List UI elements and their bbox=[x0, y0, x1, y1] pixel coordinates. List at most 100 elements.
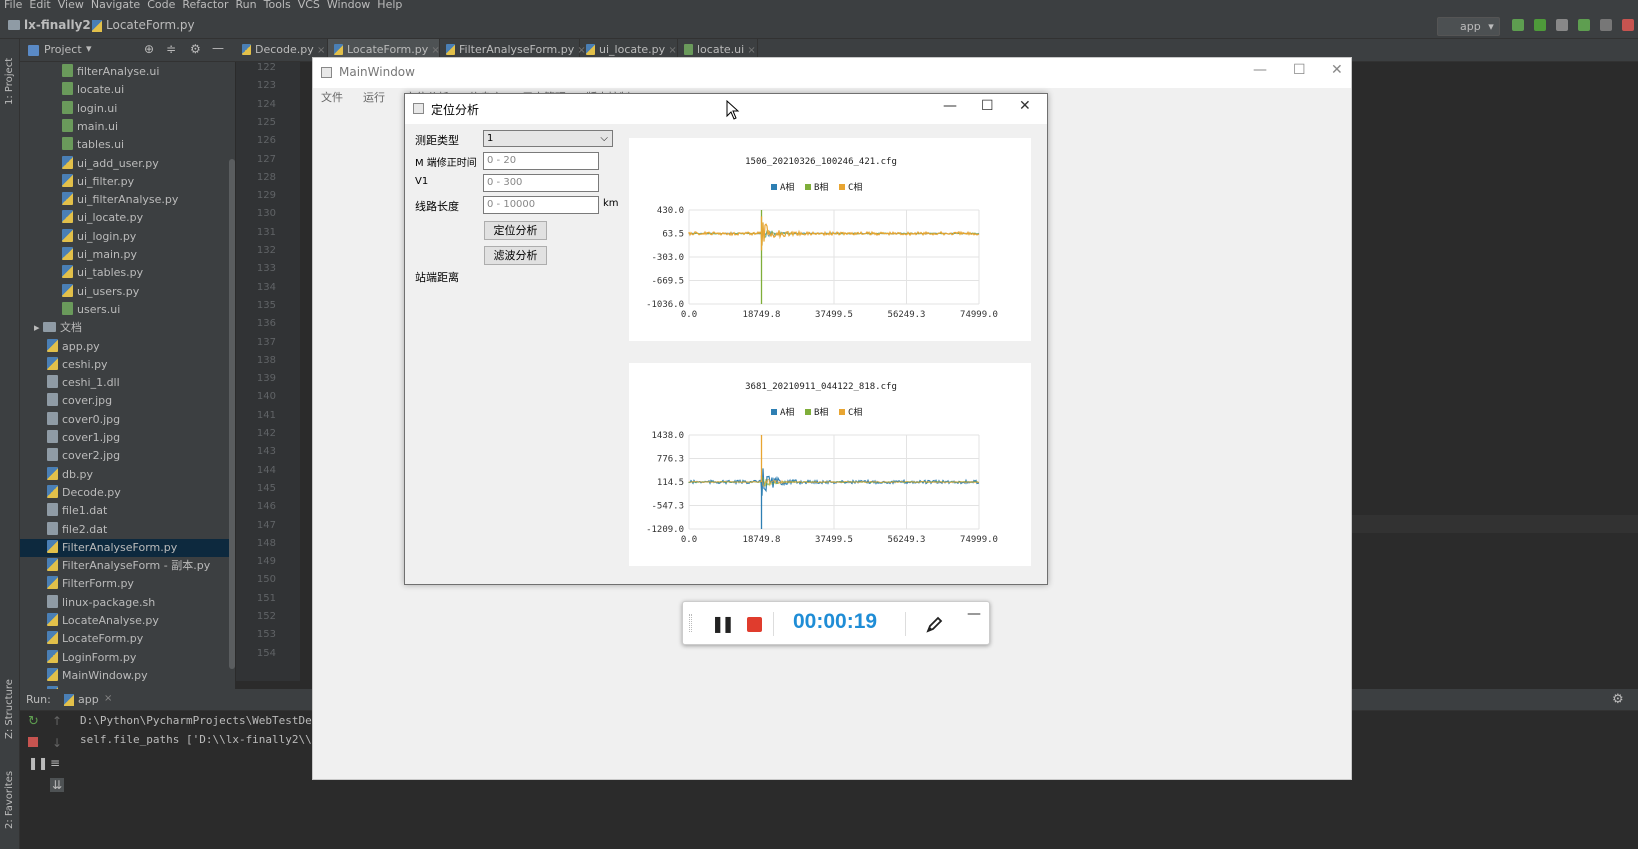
tree-item[interactable]: cover0.jpg bbox=[20, 411, 229, 429]
line-length-input[interactable]: 0 - 10000 bbox=[483, 196, 599, 214]
tree-item[interactable]: MainWindow.py bbox=[20, 667, 229, 685]
scroll-end-icon[interactable]: ⇊ bbox=[50, 778, 65, 792]
tree-item[interactable]: file1.dat bbox=[20, 502, 229, 520]
tree-item[interactable]: ceshi_1.dll bbox=[20, 374, 229, 392]
filter-analysis-button[interactable]: 滤波分析 bbox=[484, 246, 547, 265]
tree-item[interactable]: FilterAnalyseForm - 副本.py bbox=[20, 557, 229, 575]
tree-item[interactable]: ▸ 文档 bbox=[20, 319, 229, 337]
tree-item[interactable]: ceshi.py bbox=[20, 356, 229, 374]
menu-item-refactor[interactable]: Refactor bbox=[182, 0, 228, 11]
tree-item[interactable]: users.ui bbox=[20, 301, 229, 319]
tree-item[interactable]: cover1.jpg bbox=[20, 429, 229, 447]
build-icon[interactable] bbox=[1600, 19, 1612, 31]
tree-item[interactable]: login.ui bbox=[20, 100, 229, 118]
type-select[interactable]: 1 ⌵ bbox=[483, 130, 613, 147]
close-icon[interactable]: ✕ bbox=[1331, 62, 1343, 78]
collapse-icon[interactable]: ≑ bbox=[166, 42, 176, 56]
menu-item-file[interactable]: File bbox=[4, 0, 22, 11]
menu-item-help[interactable]: Help bbox=[377, 0, 402, 11]
close-icon[interactable]: × bbox=[314, 45, 325, 56]
coverage-icon[interactable] bbox=[1556, 19, 1568, 31]
close-icon[interactable]: × bbox=[428, 45, 439, 56]
tree-item[interactable]: ui_filterAnalyse.py bbox=[20, 191, 229, 209]
stop-record-icon[interactable] bbox=[747, 617, 762, 632]
favorites-tool-button[interactable]: 2: Favorites bbox=[4, 771, 15, 829]
minimize-icon[interactable]: — bbox=[1253, 62, 1267, 78]
tree-item[interactable]: ui_main.py bbox=[20, 246, 229, 264]
tree-item[interactable]: linux-package.sh bbox=[20, 594, 229, 612]
pen-icon[interactable] bbox=[925, 614, 945, 634]
tree-item[interactable]: file2.dat bbox=[20, 521, 229, 539]
menu-item-navigate[interactable]: Navigate bbox=[91, 0, 140, 11]
stop-icon[interactable] bbox=[1622, 19, 1634, 31]
close-icon[interactable]: × bbox=[744, 45, 755, 56]
tree-item[interactable]: ui_add_user.py bbox=[20, 155, 229, 173]
tree-item[interactable]: filterAnalyse.ui bbox=[20, 63, 229, 81]
down-arrow-icon[interactable]: ↓ bbox=[52, 736, 62, 750]
maximize-icon[interactable]: ☐ bbox=[1293, 62, 1306, 78]
menu-item-view[interactable]: View bbox=[58, 0, 84, 11]
chevron-right-icon[interactable]: ▸ bbox=[34, 321, 43, 334]
locate-analysis-button[interactable]: 定位分析 bbox=[484, 221, 547, 240]
tree-item[interactable]: FilterForm.py bbox=[20, 575, 229, 593]
gear-icon[interactable]: ⚙ bbox=[1612, 692, 1624, 707]
tree-item[interactable]: main.ui bbox=[20, 118, 229, 136]
project-view-dropdown[interactable]: Project bbox=[44, 43, 82, 56]
profile-icon[interactable] bbox=[1578, 19, 1590, 31]
stop-icon[interactable] bbox=[28, 737, 38, 747]
tree-item[interactable]: cover.jpg bbox=[20, 392, 229, 410]
run-config-dropdown[interactable]: app ▾ bbox=[1437, 17, 1500, 36]
maximize-icon[interactable]: ☐ bbox=[981, 98, 994, 114]
tree-item[interactable]: db.py bbox=[20, 466, 229, 484]
minimize-icon[interactable]: — bbox=[943, 98, 957, 114]
tree-item[interactable]: ui_locate.py bbox=[20, 209, 229, 227]
close-icon[interactable]: ✕ bbox=[1019, 98, 1031, 114]
menu-item-run[interactable]: Run bbox=[236, 0, 257, 11]
rerun-icon[interactable]: ↻ bbox=[28, 714, 39, 729]
v1-input[interactable]: 0 - 300 bbox=[483, 174, 599, 192]
close-icon[interactable]: × bbox=[665, 45, 676, 56]
tree-item[interactable]: FilterAnalyseForm.py bbox=[20, 538, 229, 557]
drag-handle-icon[interactable] bbox=[689, 614, 692, 632]
menu-item-vcs[interactable]: VCS bbox=[298, 0, 320, 11]
breadcrumb-file[interactable]: LocateForm.py bbox=[106, 18, 195, 32]
breadcrumb-project[interactable]: lx-finally2 bbox=[24, 18, 91, 32]
tree-item[interactable]: locate.ui bbox=[20, 81, 229, 99]
tree-item[interactable]: LocateForm.py bbox=[20, 630, 229, 648]
menu-item-tools[interactable]: Tools bbox=[264, 0, 291, 11]
up-arrow-icon[interactable]: ↑ bbox=[52, 714, 62, 728]
structure-tool-button[interactable]: Z: Structure bbox=[4, 679, 15, 739]
tree-item[interactable]: LocateAnalyse.py bbox=[20, 612, 229, 630]
project-tool-button[interactable]: 1: Project bbox=[4, 58, 15, 105]
gear-icon[interactable]: ⚙ bbox=[190, 42, 201, 56]
tree-item[interactable]: Decode.py bbox=[20, 484, 229, 502]
menu-item-window[interactable]: Window bbox=[327, 0, 370, 11]
app-menu-item[interactable]: 文件 bbox=[321, 91, 343, 104]
tree-item[interactable]: LoginForm.py bbox=[20, 649, 229, 667]
minimize-icon[interactable]: — bbox=[967, 606, 981, 622]
run-tab-app[interactable]: app bbox=[78, 693, 99, 706]
minimize-icon[interactable]: — bbox=[212, 41, 224, 55]
menu-item-edit[interactable]: Edit bbox=[29, 0, 50, 11]
soft-wrap-icon[interactable]: ≡ bbox=[50, 756, 60, 770]
tree-item[interactable]: ui_filter.py bbox=[20, 173, 229, 191]
app-menu-item[interactable]: 运行 bbox=[363, 91, 385, 104]
type-select-value: 1 bbox=[487, 133, 494, 144]
m-correction-input[interactable]: 0 - 20 bbox=[483, 152, 599, 170]
close-icon[interactable]: × bbox=[104, 693, 112, 704]
debug-icon[interactable] bbox=[1534, 19, 1546, 31]
menu-item-code[interactable]: Code bbox=[147, 0, 175, 11]
tree-item[interactable]: ui_login.py bbox=[20, 228, 229, 246]
pause-icon[interactable]: ❚❚ bbox=[711, 614, 735, 633]
rerun-icon[interactable] bbox=[1512, 19, 1524, 31]
tree-item[interactable]: tables.ui bbox=[20, 136, 229, 154]
tree-item[interactable]: ui_tables.py bbox=[20, 264, 229, 282]
tree-item[interactable]: cover2.jpg bbox=[20, 447, 229, 465]
pause-icon[interactable]: ❚❚ bbox=[28, 756, 48, 770]
line-number: 138 bbox=[256, 354, 276, 366]
locate-icon[interactable]: ⊕ bbox=[144, 42, 154, 56]
tree-item[interactable]: ui_users.py bbox=[20, 283, 229, 301]
tree-scrollbar[interactable] bbox=[229, 159, 235, 669]
tree-item-label: FilterAnalyseForm.py bbox=[62, 540, 178, 554]
tree-item[interactable]: app.py bbox=[20, 338, 229, 356]
